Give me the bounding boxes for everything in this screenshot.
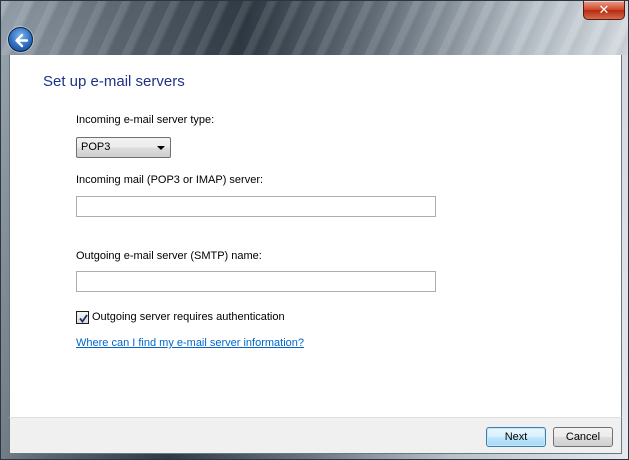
glass-frame: [1, 1, 628, 55]
incoming-server-input[interactable]: [76, 196, 436, 217]
checkmark-icon: [79, 314, 88, 323]
incoming-type-label: Incoming e-mail server type:: [76, 114, 215, 126]
incoming-server-label: Incoming mail (POP3 or IMAP) server:: [76, 174, 264, 186]
auth-checkbox-label[interactable]: Outgoing server requires authentication: [92, 311, 285, 323]
wizard-window: ✕ Set up e-mail servers Incoming e-mail …: [0, 0, 629, 460]
incoming-type-value: POP3: [81, 141, 111, 153]
dropdown-arrow-icon: [157, 146, 165, 150]
wizard-content: Set up e-mail servers Incoming e-mail se…: [9, 55, 622, 417]
close-button[interactable]: ✕: [583, 1, 625, 20]
outgoing-server-input[interactable]: [76, 271, 436, 292]
back-arrow-icon: [15, 33, 29, 48]
auth-checkbox[interactable]: [76, 311, 89, 324]
back-button[interactable]: [8, 27, 33, 52]
wizard-footer: Next Cancel: [9, 417, 622, 454]
incoming-type-select[interactable]: POP3: [76, 137, 171, 158]
outgoing-server-label: Outgoing e-mail server (SMTP) name:: [76, 250, 262, 262]
page-title: Set up e-mail servers: [43, 73, 185, 90]
server-info-help-link[interactable]: Where can I find my e-mail server inform…: [76, 337, 304, 349]
close-icon: ✕: [598, 2, 610, 17]
next-button[interactable]: Next: [486, 427, 546, 447]
cancel-button[interactable]: Cancel: [553, 427, 613, 447]
